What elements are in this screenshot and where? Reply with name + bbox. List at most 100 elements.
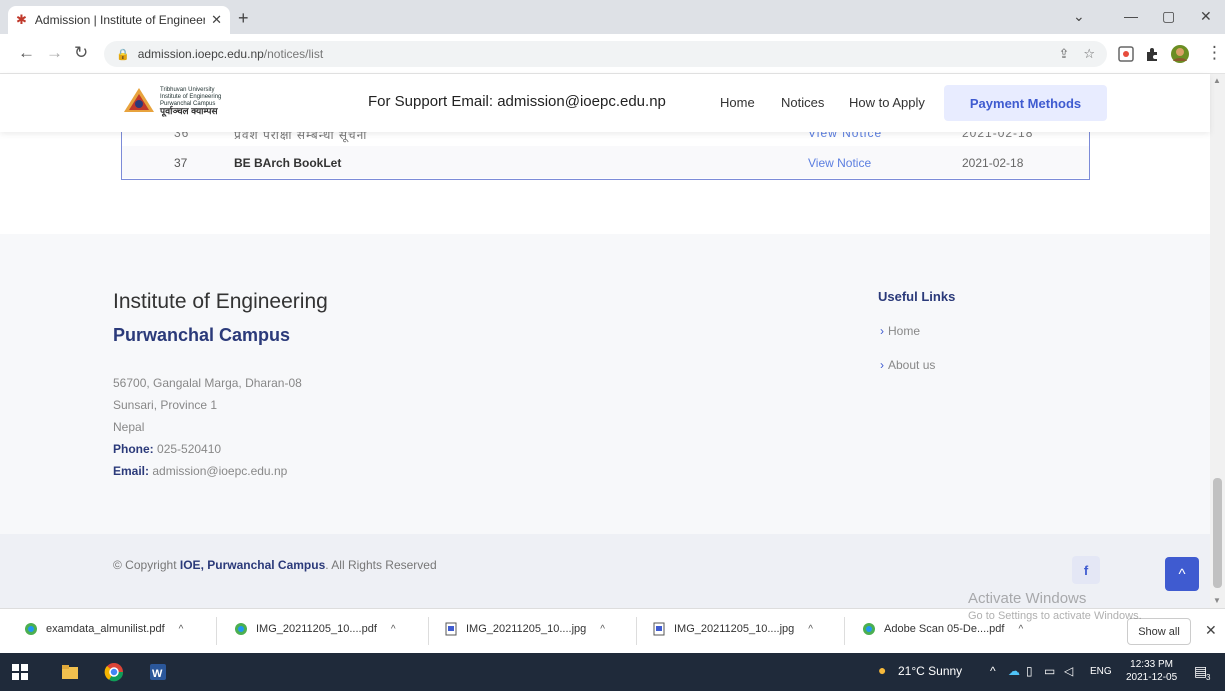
support-email-text: For Support Email: admission@ioepc.edu.n…	[368, 93, 666, 110]
notice-view-link[interactable]: View Notice	[808, 132, 882, 140]
clock-time: 12:33 PM	[1130, 659, 1173, 670]
nav-home[interactable]: Home	[720, 95, 755, 110]
bookmark-star-icon[interactable]: ☆	[1083, 46, 1095, 62]
table-row: 37 BE BArch BookLet View Notice 2021-02-…	[122, 146, 1089, 178]
tab-close-icon[interactable]: ✕	[211, 12, 222, 28]
share-icon[interactable]: ⇪	[1058, 46, 1069, 62]
window-close-icon[interactable]: ✕	[1200, 8, 1212, 25]
network-icon[interactable]: ▭	[1044, 664, 1055, 678]
download-filename: IMG_20211205_10....jpg	[466, 623, 587, 635]
logo-text: Tribhuvan University Institute of Engine…	[160, 87, 222, 116]
site-logo[interactable]: Tribhuvan University Institute of Engine…	[122, 86, 221, 116]
weather-text[interactable]: 21°C Sunny	[898, 664, 962, 678]
chrome-pdf-icon	[863, 623, 875, 635]
back-to-top-button[interactable]: ^	[1165, 557, 1199, 591]
download-item[interactable]: IMG_20211205_10....jpg ^	[652, 622, 813, 636]
word-taskbar-icon[interactable]: W	[148, 662, 168, 682]
chrome-pdf-icon	[25, 623, 37, 635]
extensions-puzzle-icon[interactable]	[1144, 46, 1160, 62]
email-value[interactable]: admission@ioepc.edu.np	[152, 464, 287, 478]
chevron-up-icon[interactable]: ^	[1018, 624, 1023, 635]
scroll-down-icon[interactable]: ▼	[1213, 596, 1221, 605]
reload-icon[interactable]: ↻	[74, 43, 88, 63]
chevron-up-icon[interactable]: ^	[179, 624, 184, 635]
page-scrollbar[interactable]: ▲ ▼	[1210, 74, 1225, 608]
activation-watermark: Activate Windows Go to Settings to activ…	[968, 590, 1142, 622]
divider	[428, 617, 429, 645]
forward-icon[interactable]: →	[46, 43, 63, 63]
address-bar[interactable]: 🔒 admission.ioepc.edu.np/notices/list ⇪ …	[104, 41, 1107, 67]
notice-title: प्रवेश परीक्षा सम्बन्धी सूचना	[234, 132, 368, 142]
windows-start-icon[interactable]	[12, 664, 28, 680]
logo-line-2: Institute of Engineering	[160, 94, 222, 100]
copyright-org: IOE, Purwanchal Campus	[179, 558, 326, 572]
notice-view-link[interactable]: View Notice	[808, 156, 871, 170]
nav-notices[interactable]: Notices	[781, 95, 824, 110]
facebook-icon[interactable]: f	[1072, 556, 1100, 584]
footer-link-label: Home	[888, 324, 921, 338]
footer-title: Institute of Engineering	[113, 290, 328, 313]
download-filename: IMG_20211205_10....pdf	[256, 623, 377, 635]
svg-text:W: W	[152, 668, 163, 680]
scrollbar-thumb[interactable]	[1213, 478, 1222, 588]
chevron-up-icon[interactable]: ^	[808, 624, 813, 635]
browser-tab-strip: ✱ Admission | Institute of Engineer ✕ + …	[0, 0, 1225, 34]
tray-chevron-icon[interactable]: ^	[990, 664, 996, 678]
useful-links-title: Useful Links	[878, 289, 956, 304]
browser-menu-icon[interactable]: ⋮	[1206, 43, 1223, 63]
chevron-up-icon: ^	[1178, 565, 1186, 583]
footer-link-label: About us	[888, 358, 936, 372]
address-line-2: Sunsari, Province 1	[113, 398, 218, 412]
onedrive-icon[interactable]: ☁	[1008, 664, 1020, 678]
payment-methods-button[interactable]: Payment Methods	[944, 85, 1107, 121]
phone-value: 025-520410	[157, 442, 222, 456]
download-filename: examdata_almunilist.pdf	[46, 623, 165, 635]
footer-link-about[interactable]: › About us	[880, 358, 935, 372]
chevron-up-icon[interactable]: ^	[391, 624, 396, 635]
image-file-icon	[653, 622, 665, 636]
phone-line: Phone: 025-520410	[113, 442, 221, 456]
lock-icon: 🔒	[116, 48, 130, 61]
minimize-icon[interactable]: —	[1124, 8, 1138, 24]
watermark-line-2: Go to Settings to activate Windows.	[968, 610, 1142, 622]
notice-date: 2021-02-18	[962, 156, 1024, 170]
language-indicator[interactable]: ENG	[1090, 666, 1112, 677]
address-line-3: Nepal	[113, 420, 145, 434]
email-line: Email: admission@ioepc.edu.np	[113, 464, 287, 478]
nav-how-to-apply[interactable]: How to Apply	[849, 95, 925, 110]
profile-avatar[interactable]	[1170, 44, 1190, 64]
tab-search-chevron-icon[interactable]: ⌄	[1073, 8, 1085, 25]
volume-muted-icon[interactable]: ◁	[1064, 664, 1073, 678]
download-item[interactable]: Adobe Scan 05-De....pdf ^	[862, 622, 1023, 636]
divider	[216, 617, 217, 645]
weather-sun-icon: ●	[878, 662, 887, 678]
maximize-icon[interactable]: ▢	[1162, 8, 1175, 25]
email-label: Email:	[113, 464, 150, 478]
download-item[interactable]: examdata_almunilist.pdf ^	[24, 622, 183, 636]
back-icon[interactable]: ←	[18, 43, 35, 63]
url-host: admission.ioepc.edu.np	[137, 47, 264, 61]
clock-date: 2021-12-05	[1126, 672, 1178, 683]
footer-link-home[interactable]: › Home	[880, 324, 920, 338]
download-item[interactable]: IMG_20211205_10....pdf ^	[234, 622, 396, 636]
show-all-downloads-button[interactable]: Show all	[1127, 618, 1191, 645]
notice-sn: 37	[174, 156, 188, 170]
phone-label: Phone:	[113, 442, 154, 456]
file-explorer-icon[interactable]	[60, 662, 80, 682]
logo-nepali: पूर्वाञ्चल क्याम्पस	[160, 106, 218, 116]
taskbar-clock[interactable]: 12:33 PM 2021-12-05	[1126, 658, 1177, 684]
close-downloads-icon[interactable]: ✕	[1205, 622, 1217, 639]
chevron-up-icon[interactable]: ^	[600, 624, 605, 635]
battery-icon[interactable]: ▯	[1026, 664, 1033, 678]
chrome-taskbar-icon[interactable]	[104, 662, 124, 682]
browser-toolbar: ← → ↻ 🔒 admission.ioepc.edu.np/notices/l…	[0, 34, 1225, 74]
watermark-line-1: Activate Windows	[968, 590, 1087, 607]
scroll-up-icon[interactable]: ▲	[1213, 76, 1221, 85]
download-item[interactable]: IMG_20211205_10....jpg ^	[444, 622, 605, 636]
notice-date: 2021-02-18	[962, 132, 1034, 140]
new-tab-icon[interactable]: +	[238, 8, 249, 29]
extension-capture-icon[interactable]	[1118, 46, 1134, 62]
chrome-pdf-icon	[235, 623, 247, 635]
chevron-right-icon: ›	[880, 324, 884, 338]
browser-tab[interactable]: ✱ Admission | Institute of Engineer ✕	[8, 6, 230, 34]
